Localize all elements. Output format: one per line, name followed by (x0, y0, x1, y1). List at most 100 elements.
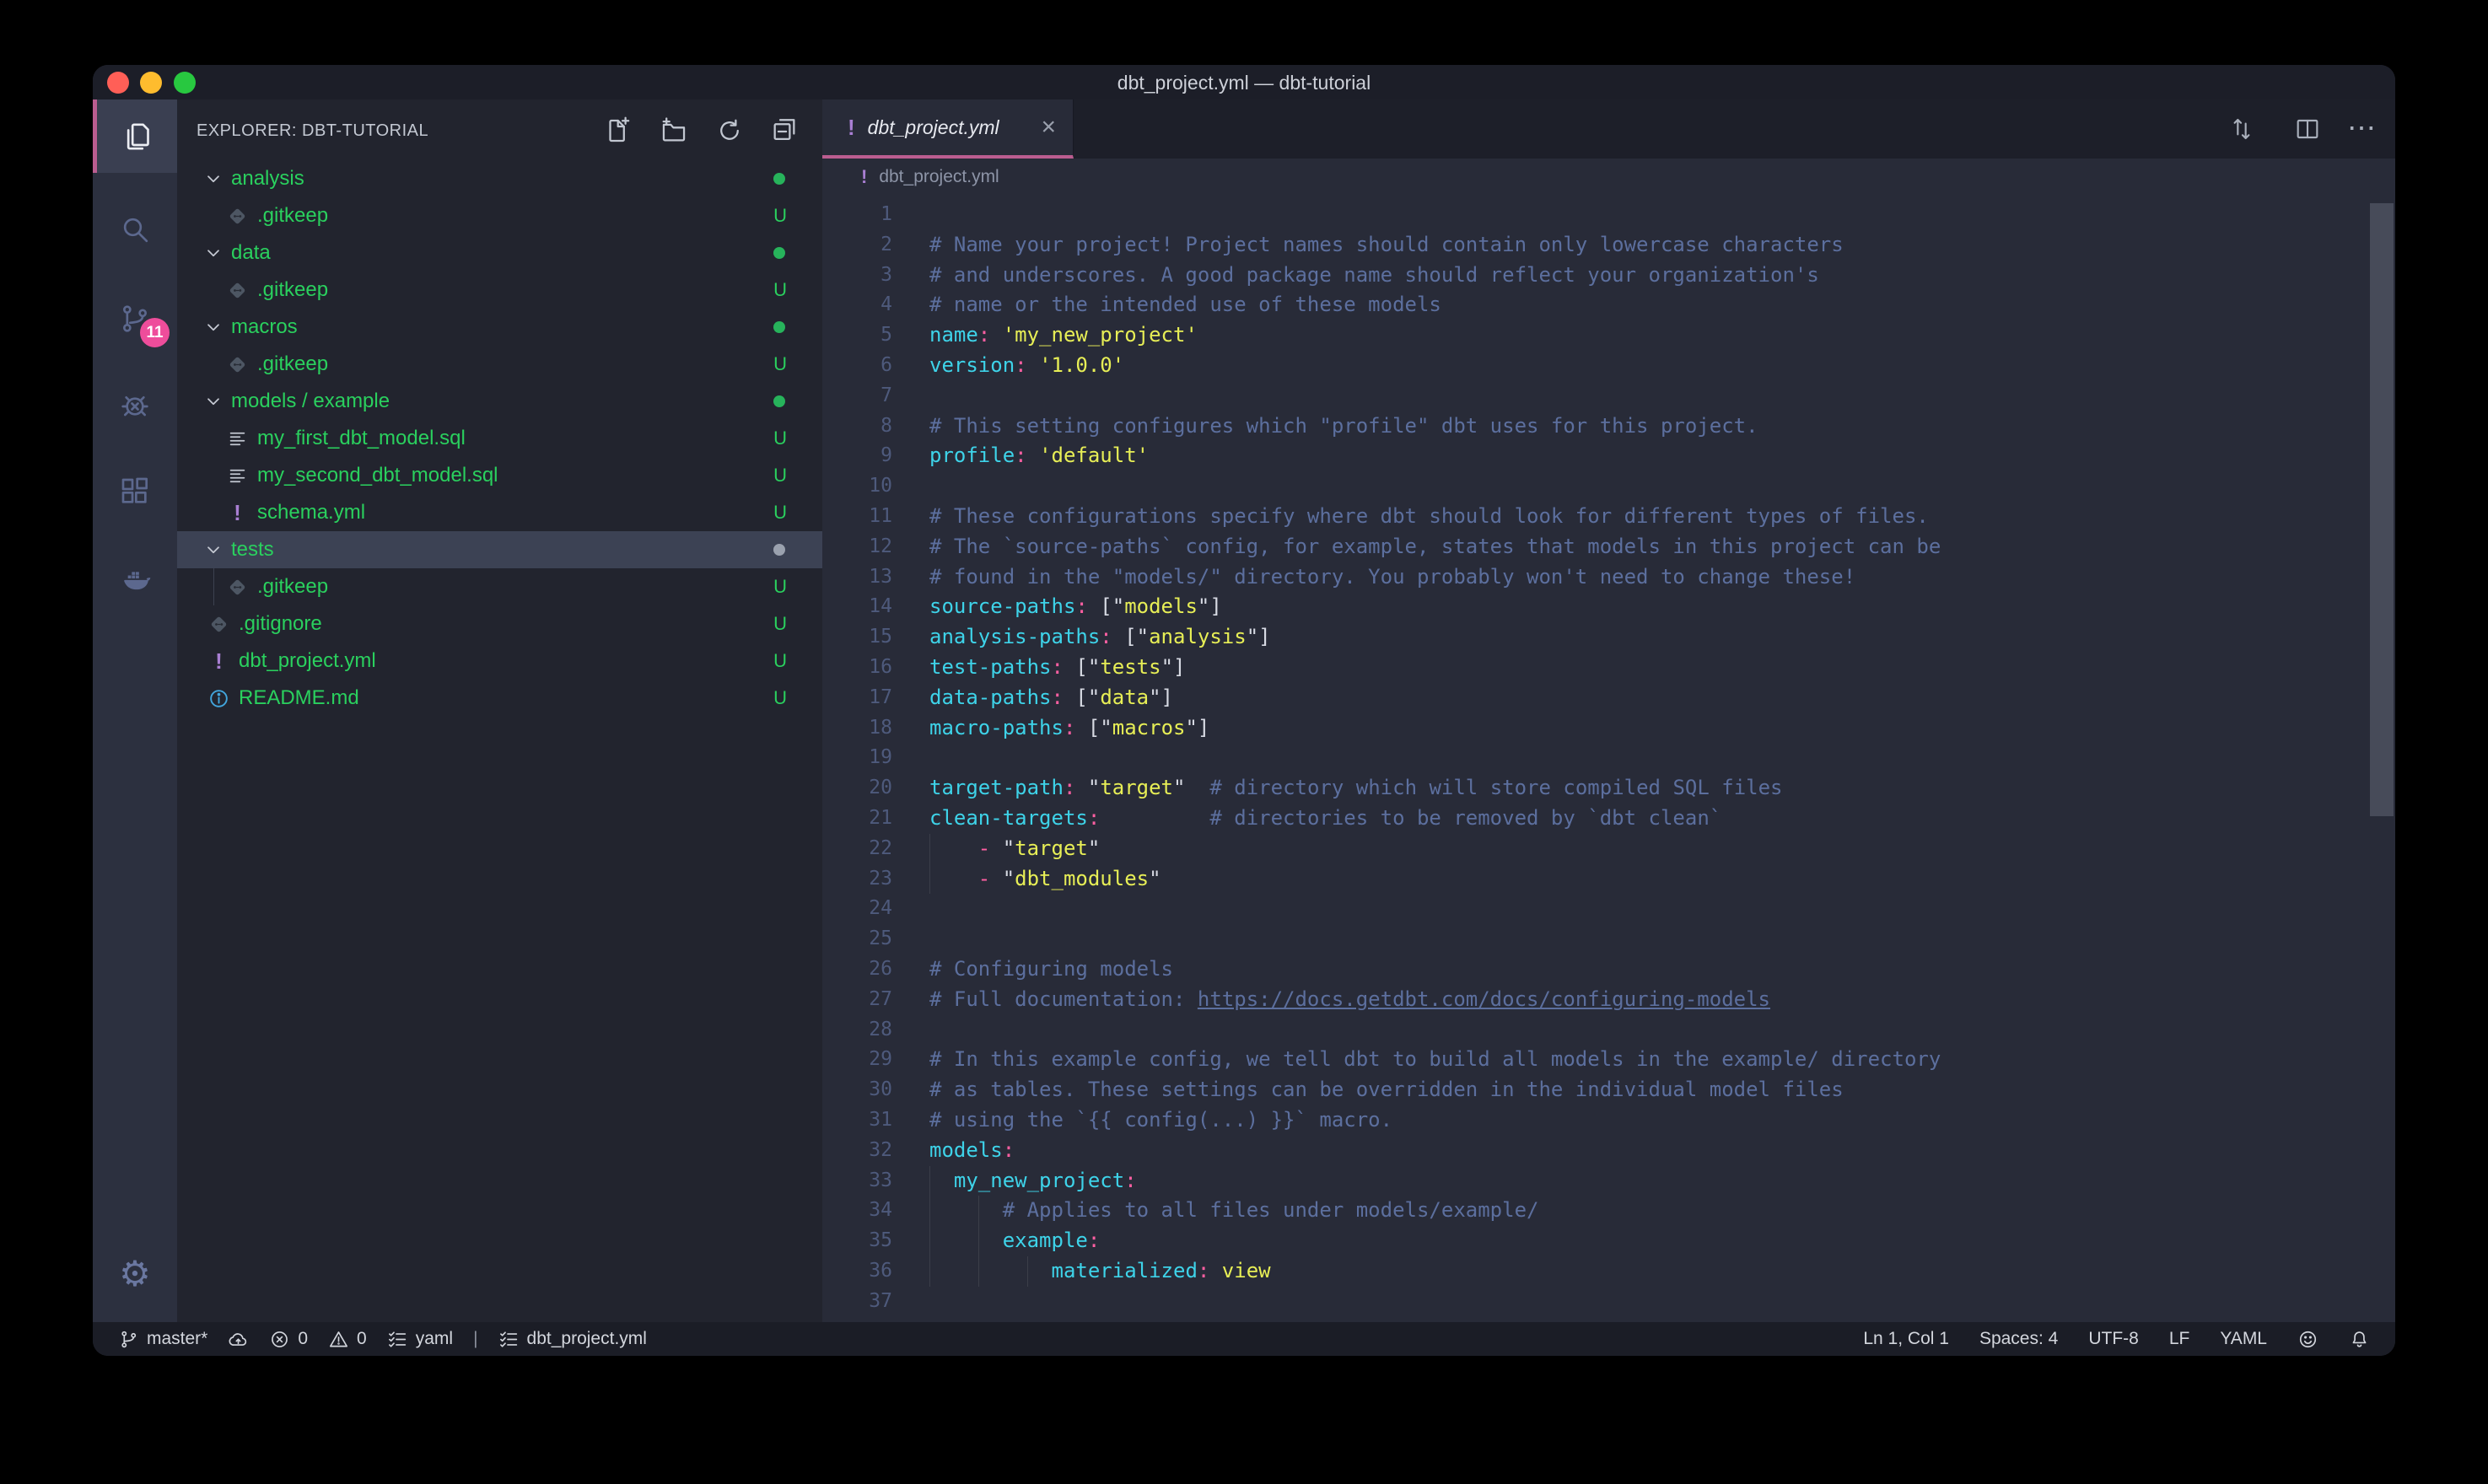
activity-item-search[interactable] (93, 192, 177, 266)
activity-item-explorer[interactable] (93, 99, 177, 173)
status-item-notifications[interactable] (2349, 1329, 2370, 1350)
code-token: : (1052, 655, 1064, 679)
activity-item-settings[interactable]: ⚙ (93, 1237, 177, 1310)
code-token: : (978, 323, 990, 347)
code-line-15[interactable]: analysis-paths: ["analysis"] (929, 622, 1271, 653)
new-file-button[interactable] (603, 116, 632, 145)
line-number: 35 (822, 1226, 892, 1256)
code-line-31[interactable]: # using the `{{ config(...) }}` macro. (929, 1105, 1392, 1136)
code-line-6[interactable]: version: '1.0.0' (929, 351, 1124, 381)
code-line-29[interactable]: # In this example config, we tell dbt to… (929, 1045, 1941, 1075)
refresh-explorer-button[interactable] (715, 116, 744, 145)
status-item-indentation[interactable]: Spaces: 4 (1979, 1329, 2058, 1349)
code-line-8[interactable]: # This setting configures which "profile… (929, 411, 1758, 442)
close-tab-icon[interactable]: × (1041, 115, 1056, 140)
code-line-16[interactable]: test-paths: ["tests"] (929, 653, 1185, 683)
tree-file--gitignore[interactable]: .gitignoreU (177, 605, 822, 643)
file-label: .gitignore (239, 612, 322, 636)
code-token: " (1149, 867, 1161, 890)
code-token: materialized (1052, 1259, 1198, 1282)
status-item-warnings[interactable]: 0 (328, 1329, 367, 1350)
code-token: " (1173, 776, 1185, 799)
breadcrumb[interactable]: ! dbt_project.yml (822, 159, 2395, 196)
code-line-34[interactable]: # Applies to all files under models/exam… (929, 1196, 1538, 1226)
status-item-publish-changes[interactable] (228, 1329, 249, 1350)
code-line-35[interactable]: example: (929, 1226, 1100, 1256)
tree-folder-tests[interactable]: tests (177, 531, 822, 568)
code-line-11[interactable]: # These configurations specify where dbt… (929, 502, 1929, 532)
breadcrumb-item-filename[interactable]: dbt_project.yml (879, 167, 999, 187)
tree-file-dbt-project-yml[interactable]: !dbt_project.ymlU (177, 643, 822, 680)
status-item-encoding[interactable]: UTF-8 (2088, 1329, 2139, 1349)
status-item-feedback[interactable] (2297, 1329, 2318, 1350)
status-item-eol-sequence[interactable]: LF (2169, 1329, 2190, 1349)
collapse-folders-button[interactable] (770, 116, 799, 145)
code-line-12[interactable]: # The `source-paths` config, for example… (929, 532, 1941, 562)
code-line-33[interactable]: my_new_project: (929, 1166, 1137, 1196)
status-item-errors[interactable]: 0 (269, 1329, 308, 1350)
checklist-icon (387, 1329, 408, 1350)
tree-folder-models-example[interactable]: models / example (177, 383, 822, 420)
code-token: view (1222, 1259, 1271, 1282)
more-actions-button[interactable]: ⋯ (2347, 116, 2374, 142)
git-file-icon (207, 613, 230, 636)
line-number: 3 (822, 261, 892, 291)
split-editor-button[interactable] (2294, 116, 2321, 142)
code-editor[interactable]: 12# Name your project! Project names sho… (822, 196, 2395, 1322)
line-number: 11 (822, 502, 892, 532)
status-item-language-mode[interactable]: YAML (2220, 1329, 2267, 1349)
status-item-yaml-schema-status[interactable]: yaml (387, 1329, 453, 1350)
tree-folder-data[interactable]: data (177, 234, 822, 272)
open-changes-button[interactable] (2228, 116, 2255, 142)
tree-file-my-first-dbt-model-sql[interactable]: my_first_dbt_model.sqlU (177, 420, 822, 457)
code-line-5[interactable]: name: 'my_new_project' (929, 320, 1198, 351)
editor-scrollbar[interactable] (2370, 203, 2394, 816)
status-item-branch-status[interactable]: master* (118, 1329, 207, 1350)
tree-file--gitkeep[interactable]: .gitkeepU (177, 568, 822, 605)
tree-file--gitkeep[interactable]: .gitkeepU (177, 197, 822, 234)
git-untracked-badge: U (773, 205, 787, 227)
status-item-cursor-position[interactable]: Ln 1, Col 1 (1863, 1329, 1949, 1349)
code-line-17[interactable]: data-paths: ["data"] (929, 683, 1173, 713)
code-line-3[interactable]: # and underscores. A good package name s… (929, 261, 1819, 291)
tree-folder-analysis[interactable]: analysis (177, 160, 822, 197)
code-line-20[interactable]: target-path: "target" # directory which … (929, 773, 1783, 804)
code-line-14[interactable]: source-paths: ["models"] (929, 592, 1222, 622)
list-file-icon (226, 427, 249, 450)
code-line-13[interactable]: # found in the "models/" directory. You … (929, 562, 1855, 593)
code-line-23[interactable]: - "dbt_modules" (929, 864, 1161, 895)
code-line-30[interactable]: # as tables. These settings can be overr… (929, 1075, 1844, 1105)
code-token: # found in the "models/" directory. You … (929, 565, 1855, 589)
activity-item-source-control[interactable]: 11 (93, 282, 177, 355)
code-line-21[interactable]: clean-targets: # directories to be remov… (929, 804, 1721, 834)
tree-folder-macros[interactable]: macros (177, 309, 822, 346)
code-line-18[interactable]: macro-paths: ["macros"] (929, 713, 1209, 744)
tree-file--gitkeep[interactable]: .gitkeepU (177, 346, 822, 383)
code-line-36[interactable]: materialized: view (929, 1256, 1271, 1287)
smiley-icon (2297, 1329, 2318, 1350)
tab-dbt-project-yml[interactable]: ! dbt_project.yml × (822, 99, 1074, 159)
status-item-label: yaml (416, 1329, 453, 1349)
tree-file--gitkeep[interactable]: .gitkeepU (177, 272, 822, 309)
code-line-2[interactable]: # Name your project! Project names shoul… (929, 230, 1844, 261)
new-folder-button[interactable] (660, 116, 688, 145)
code-line-22[interactable]: - "target" (929, 834, 1100, 864)
tree-file-schema-yml[interactable]: !schema.ymlU (177, 494, 822, 531)
code-line-4[interactable]: # name or the intended use of these mode… (929, 290, 1441, 320)
title-bar[interactable]: dbt_project.yml — dbt-tutorial (93, 65, 2395, 99)
code-line-27[interactable]: # Full documentation: https://docs.getdb… (929, 985, 1770, 1015)
status-item-dbt-project-status[interactable]: dbt_project.yml (498, 1329, 647, 1350)
code-line-9[interactable]: profile: 'default' (929, 441, 1149, 471)
activity-item-run-debug[interactable] (93, 368, 177, 441)
code-token: "] (1198, 594, 1222, 618)
tab-bar: ! dbt_project.yml × ⋯ (822, 99, 2395, 159)
activity-item-docker[interactable] (93, 542, 177, 616)
tree-file-readme-md[interactable]: README.mdU (177, 680, 822, 717)
git-untracked-badge: U (773, 427, 787, 449)
tree-file-my-second-dbt-model-sql[interactable]: my_second_dbt_model.sqlU (177, 457, 822, 494)
folder-label: models / example (231, 390, 390, 413)
code-line-32[interactable]: models: (929, 1136, 1015, 1166)
activity-item-extensions[interactable] (93, 454, 177, 528)
code-line-26[interactable]: # Configuring models (929, 954, 1173, 985)
chevron-down-icon (202, 242, 224, 264)
